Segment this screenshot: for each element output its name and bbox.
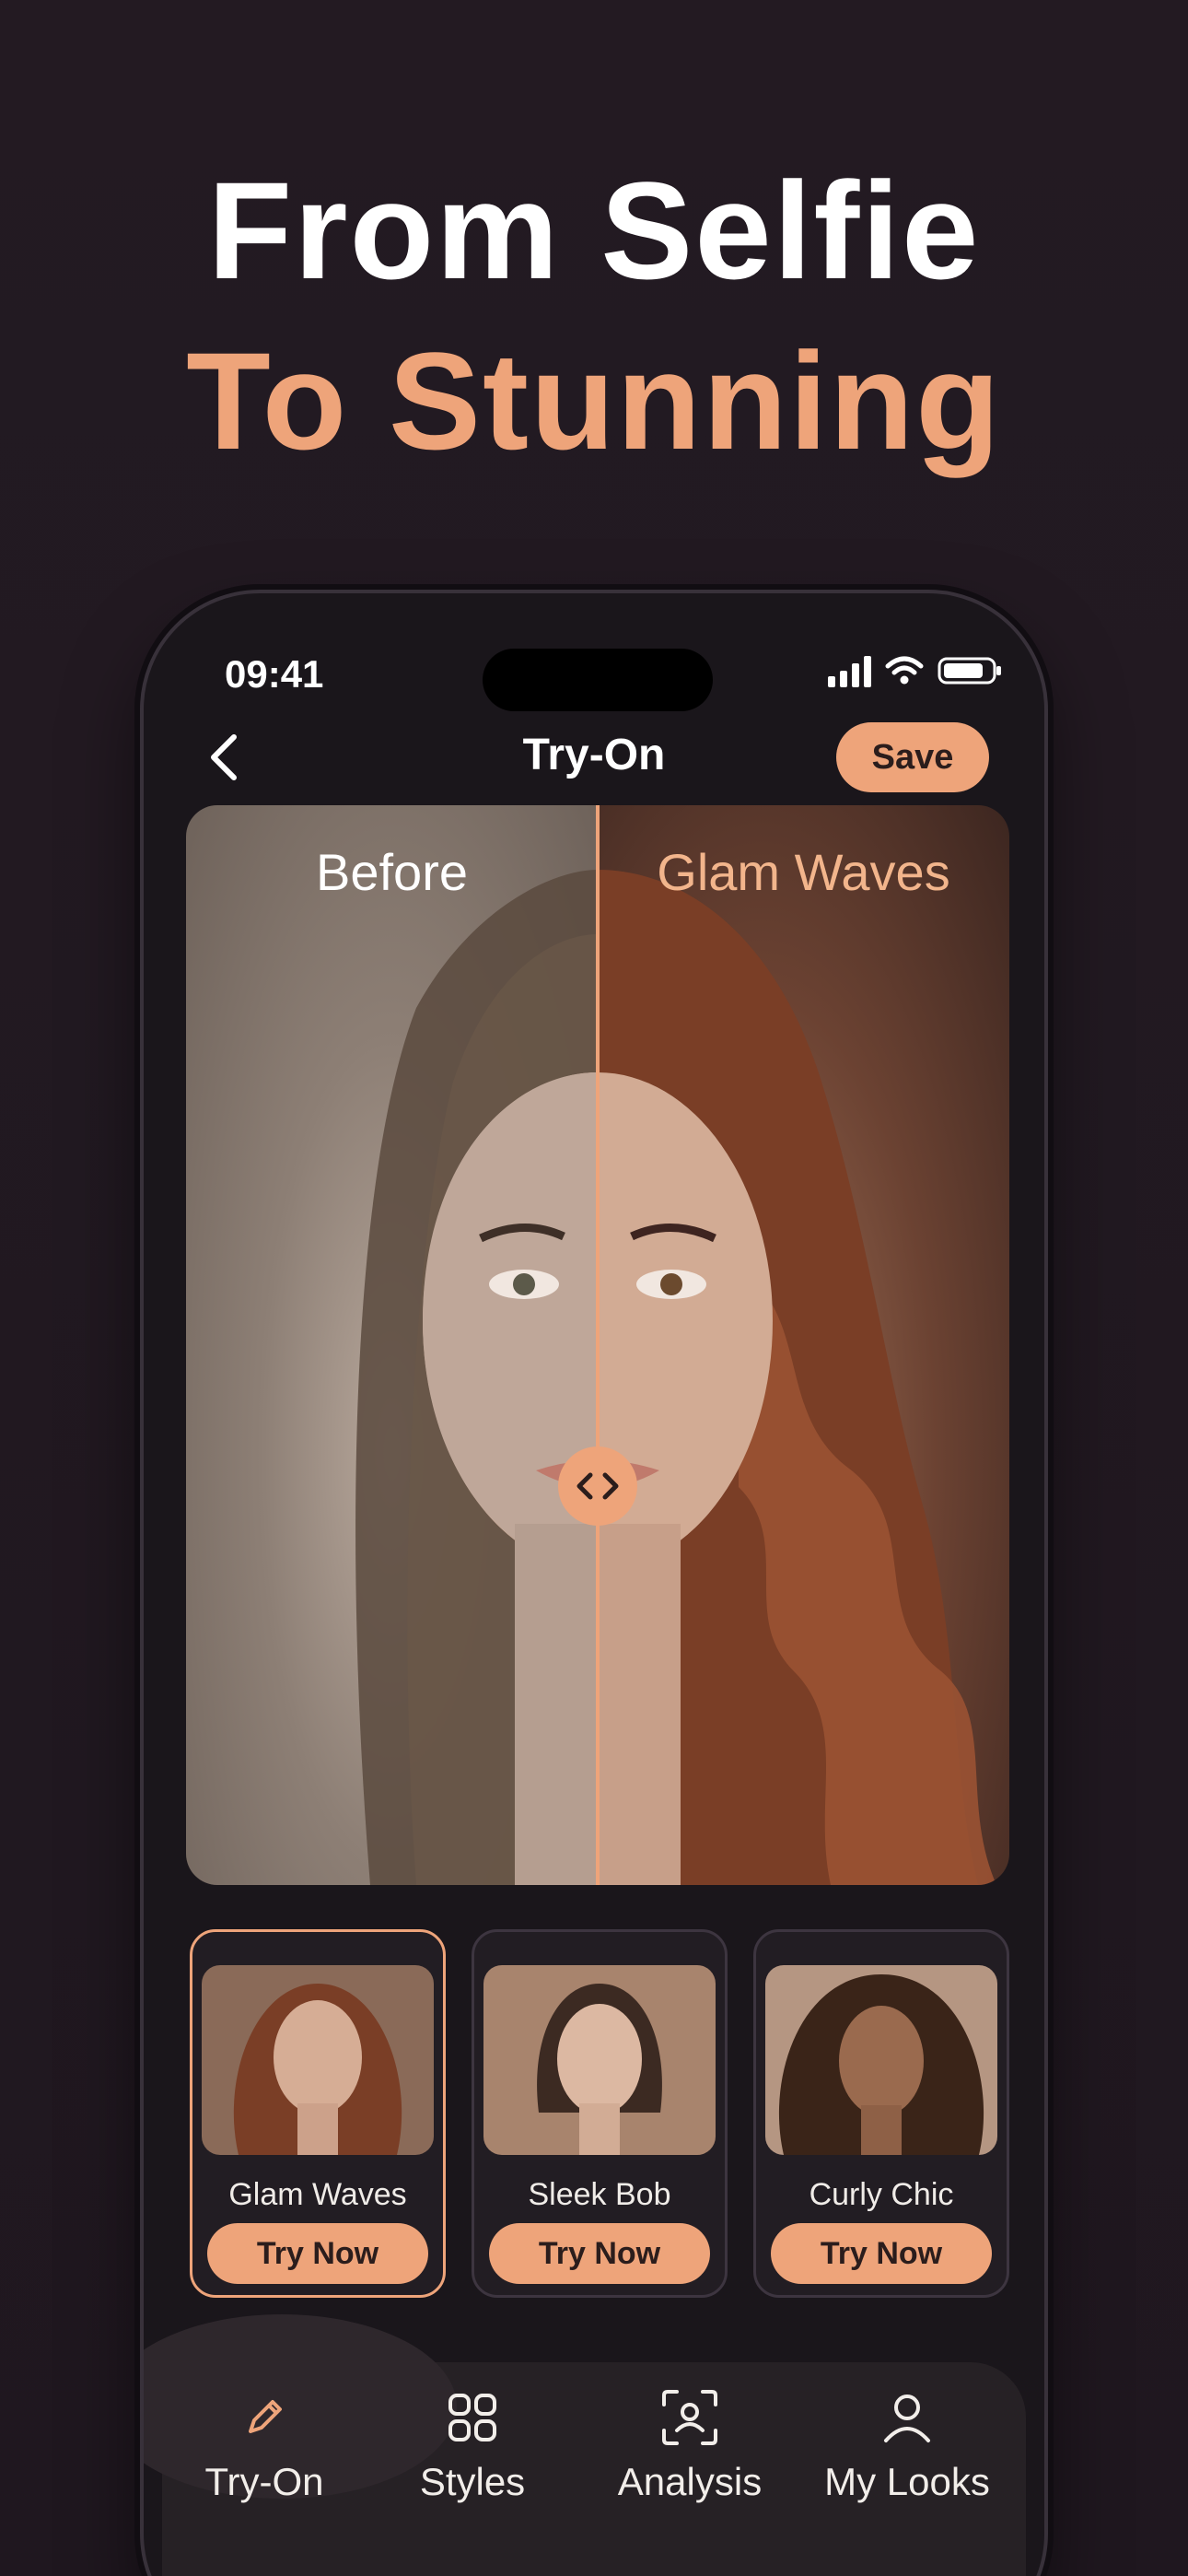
face-scan-icon bbox=[662, 2390, 717, 2445]
app-store-screenshot: From Selfie To Stunning 09:41 Try-On Sav… bbox=[0, 0, 1188, 2576]
headline: From Selfie To Stunning bbox=[0, 147, 1188, 488]
tab-label: Try-On bbox=[204, 2460, 324, 2503]
before-after-compare[interactable]: Before Glam Waves bbox=[186, 805, 1009, 1885]
compare-divider[interactable] bbox=[596, 805, 600, 1885]
headline-line2: To Stunning bbox=[186, 323, 1002, 478]
style-name: Curly Chic bbox=[809, 2177, 954, 2212]
try-now-button[interactable]: Try Now bbox=[771, 2223, 992, 2284]
tab-try-on[interactable]: Try-On bbox=[158, 2381, 370, 2504]
status-time: 09:41 bbox=[225, 652, 324, 696]
compare-slider-handle[interactable] bbox=[558, 1446, 637, 1526]
tab-my-looks[interactable]: My Looks bbox=[801, 2381, 1013, 2504]
nav-bar: Try-On Save bbox=[144, 709, 1044, 802]
style-card-sleek-bob[interactable]: Sleek Bob Try Now bbox=[472, 1929, 728, 2298]
pencil-icon bbox=[249, 2400, 282, 2433]
dynamic-island bbox=[483, 649, 713, 711]
style-name: Sleek Bob bbox=[528, 2177, 671, 2212]
wifi-icon bbox=[885, 656, 924, 685]
style-card-glam-waves[interactable]: Glam Waves Try Now bbox=[190, 1929, 446, 2298]
person-icon bbox=[884, 2395, 930, 2442]
phone-mockup: 09:41 Try-On Save Before Glam Waves Glam… bbox=[140, 590, 1048, 2576]
tab-label: Analysis bbox=[617, 2460, 763, 2503]
tab-styles[interactable]: Styles bbox=[367, 2381, 578, 2504]
style-thumbnail bbox=[483, 1965, 716, 2155]
chevrons-left-right-icon bbox=[577, 1472, 619, 1500]
grid-icon bbox=[448, 2394, 496, 2441]
tab-label: My Looks bbox=[824, 2460, 990, 2503]
try-now-button[interactable]: Try Now bbox=[207, 2223, 428, 2284]
status-bar: 09:41 bbox=[144, 649, 1044, 713]
signal-icon bbox=[828, 654, 871, 687]
style-thumbnail bbox=[202, 1965, 434, 2155]
before-label: Before bbox=[316, 843, 468, 901]
status-icons bbox=[828, 654, 1004, 687]
headline-line1: From Selfie bbox=[207, 153, 981, 308]
tab-analysis[interactable]: Analysis bbox=[584, 2381, 796, 2504]
style-cards: Glam Waves Try Now Sleek Bob Try Now Cur… bbox=[190, 1929, 1009, 2298]
style-card-curly-chic[interactable]: Curly Chic Try Now bbox=[753, 1929, 1009, 2298]
tab-label: Styles bbox=[419, 2460, 526, 2503]
style-name: Glam Waves bbox=[228, 2177, 407, 2212]
tab-bar: Try-On Styles Analysis My Looks bbox=[144, 2314, 1026, 2576]
style-thumbnail bbox=[765, 1965, 997, 2155]
save-button[interactable]: Save bbox=[836, 722, 989, 792]
try-now-button[interactable]: Try Now bbox=[489, 2223, 710, 2284]
after-label: Glam Waves bbox=[657, 843, 950, 901]
battery-icon bbox=[938, 657, 1001, 685]
